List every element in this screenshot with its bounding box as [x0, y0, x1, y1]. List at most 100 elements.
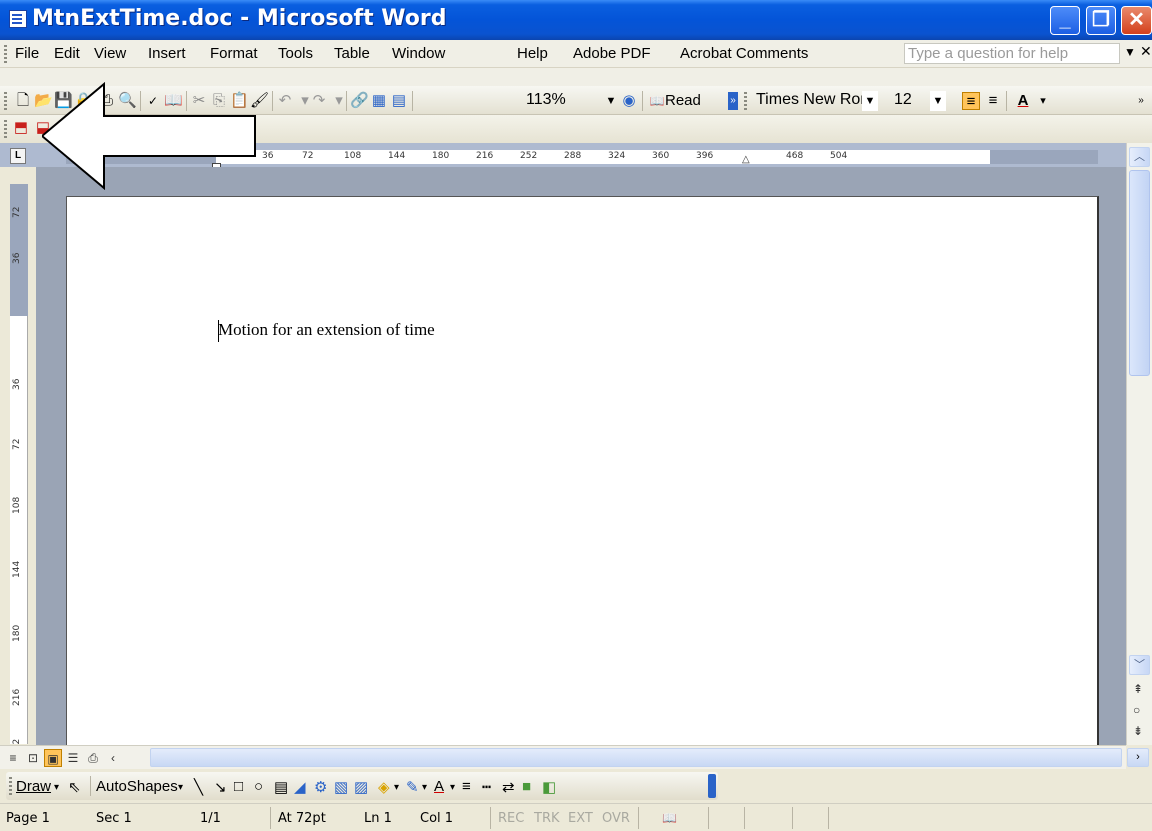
textbox-icon[interactable]: ▤ — [274, 778, 288, 796]
next-page-icon[interactable]: ⇟ — [1133, 724, 1143, 738]
document-page[interactable] — [66, 196, 1099, 756]
undo-icon[interactable]: ↶ — [276, 92, 294, 110]
read-button[interactable]: Read — [665, 92, 701, 109]
line-color-icon[interactable]: ✎ — [406, 778, 419, 796]
font-name-dropdown-icon[interactable]: ▼ — [862, 91, 878, 111]
status-ovr[interactable]: OVR — [602, 811, 630, 826]
status-ext[interactable]: EXT — [568, 811, 593, 826]
menu-tools[interactable]: Tools — [278, 45, 313, 62]
align-left-icon[interactable]: ≡ — [962, 92, 980, 110]
font-size-dropdown-icon[interactable]: ▼ — [930, 91, 946, 111]
scroll-right-button[interactable]: › — [1127, 748, 1149, 767]
drawing-toolbar-options[interactable] — [708, 774, 716, 798]
right-indent-marker[interactable]: △ — [742, 154, 750, 165]
document-text[interactable]: Motion for an extension of time — [218, 320, 435, 340]
close-document-icon[interactable]: ✕ — [1140, 43, 1152, 60]
zoom-dropdown-icon[interactable]: ▼ — [603, 91, 619, 111]
3d-style-icon[interactable]: ◧ — [542, 778, 556, 796]
font-size-combo[interactable]: 12 — [890, 90, 920, 112]
status-trk[interactable]: TRK — [534, 811, 560, 826]
web-layout-icon[interactable]: ⊡ — [24, 749, 42, 767]
help-icon[interactable]: ◉ — [620, 92, 638, 110]
menu-format[interactable]: Format — [210, 45, 258, 62]
align-center-icon[interactable]: ≡ — [984, 92, 1002, 110]
insert-picture-icon[interactable]: ▨ — [354, 778, 368, 796]
minimize-button[interactable]: _ — [1050, 6, 1080, 35]
arrow-style-icon[interactable]: ⇄ — [502, 778, 515, 796]
toolbar-options-icon[interactable]: » — [1136, 92, 1146, 110]
tab-selector[interactable]: L — [10, 148, 26, 164]
menu-edit[interactable]: Edit — [54, 45, 80, 62]
print-layout-icon[interactable]: ▣ — [44, 749, 62, 767]
shadow-style-icon[interactable]: ■ — [522, 778, 531, 795]
menu-window[interactable]: Window — [392, 45, 445, 62]
word-doc-icon[interactable] — [9, 10, 27, 28]
line-icon[interactable]: ╲ — [194, 778, 203, 796]
toolbar-separator — [346, 91, 347, 111]
tables-borders-icon[interactable]: ▦ — [370, 92, 388, 110]
fill-color-dropdown-icon[interactable]: ▾ — [394, 782, 399, 793]
font-color-icon[interactable]: A — [1014, 92, 1032, 110]
new-document-icon[interactable]: 🗋 — [14, 92, 32, 110]
pdf-toolbar-grip[interactable] — [4, 120, 7, 138]
toolbar-separator — [1006, 91, 1007, 111]
arrow-icon[interactable]: ↘ — [214, 778, 227, 796]
menu-insert[interactable]: Insert — [148, 45, 186, 62]
font-color-dropdown-icon[interactable]: ▾ — [450, 782, 455, 793]
menu-file[interactable]: File — [15, 45, 39, 62]
reading-layout-icon[interactable]: ⎙ — [84, 749, 102, 767]
help-search-input[interactable]: Type a question for help — [904, 43, 1120, 64]
normal-view-icon[interactable]: ≡ — [4, 749, 22, 767]
hyperlink-icon[interactable]: 🔗 — [350, 92, 369, 110]
menu-help[interactable]: Help — [517, 45, 548, 62]
previous-page-icon[interactable]: ⇞ — [1133, 682, 1143, 696]
select-objects-icon[interactable]: ⇖ — [68, 778, 81, 796]
zoom-combo[interactable]: 113% — [522, 90, 594, 112]
read-icon[interactable]: 📖 — [648, 92, 666, 110]
redo-icon[interactable]: ↷ — [310, 92, 328, 110]
line-style-icon[interactable]: ≡ — [462, 778, 471, 795]
scroll-left-icon[interactable]: ‹ — [104, 749, 122, 767]
draw-menu-button[interactable]: Draw — [16, 778, 51, 795]
scroll-down-button[interactable]: ﹀ — [1129, 655, 1150, 675]
insert-table-icon[interactable]: ▤ — [390, 92, 408, 110]
draw-dropdown-icon[interactable]: ▾ — [54, 782, 59, 793]
status-separator — [792, 807, 793, 829]
font-name-combo[interactable]: Times New Roman — [752, 90, 866, 112]
formatting-toolbar-grip[interactable] — [744, 92, 747, 110]
font-color-icon[interactable]: A — [434, 778, 444, 795]
rectangle-icon[interactable]: □ — [234, 778, 243, 795]
autoshapes-dropdown-icon[interactable]: ▾ — [178, 782, 183, 793]
autoshapes-menu-button[interactable]: AutoShapes — [96, 778, 178, 795]
menu-acrobat-comments[interactable]: Acrobat Comments — [680, 45, 808, 62]
vertical-ruler[interactable]: 72 36 36 72 108 144 180 216 252 — [10, 184, 28, 756]
wordart-icon[interactable]: ◢ — [294, 778, 306, 796]
drawing-toolbar-grip[interactable] — [9, 777, 12, 795]
select-browse-object-icon[interactable]: ○ — [1133, 703, 1140, 717]
help-dropdown-icon[interactable]: ▼ — [1124, 45, 1136, 59]
clipart-icon[interactable]: ▧ — [334, 778, 348, 796]
status-at: At 72pt — [278, 811, 326, 826]
line-color-dropdown-icon[interactable]: ▾ — [422, 782, 427, 793]
scroll-up-button[interactable]: ︿ — [1129, 147, 1150, 167]
fill-color-icon[interactable]: ◈ — [378, 778, 390, 796]
toolbar-grip[interactable] — [4, 92, 7, 110]
ruler-tick: 180 — [12, 624, 22, 642]
dash-style-icon[interactable]: ┅ — [482, 778, 491, 796]
menu-grip[interactable] — [4, 45, 7, 63]
convert-to-pdf-icon[interactable]: ⬒ — [12, 119, 30, 137]
diagram-icon[interactable]: ⚙ — [314, 778, 327, 796]
menu-view[interactable]: View — [94, 45, 126, 62]
vertical-scroll-thumb[interactable] — [1129, 170, 1150, 376]
horizontal-scrollbar[interactable] — [150, 748, 1122, 767]
menu-adobe-pdf[interactable]: Adobe PDF — [573, 45, 651, 62]
oval-icon[interactable]: ○ — [254, 778, 263, 795]
menu-table[interactable]: Table — [334, 45, 370, 62]
status-rec[interactable]: REC — [498, 811, 524, 826]
maximize-button[interactable]: ❐ — [1086, 6, 1116, 35]
outline-view-icon[interactable]: ☰ — [64, 749, 82, 767]
font-color-dropdown-icon[interactable]: ▾ — [1034, 92, 1052, 110]
close-button[interactable]: ✕ — [1121, 6, 1152, 35]
spelling-status-icon[interactable]: 📖 — [662, 811, 677, 825]
toolbar-options-icon[interactable]: » — [728, 92, 738, 110]
